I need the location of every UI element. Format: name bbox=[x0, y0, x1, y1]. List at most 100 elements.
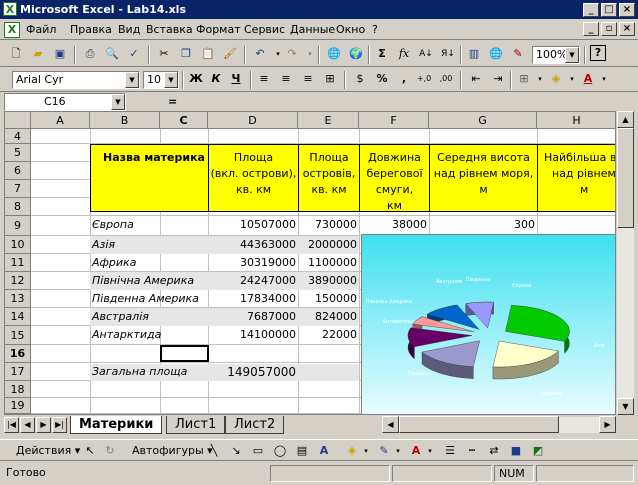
sort-ascending-icon[interactable]: A↓ bbox=[416, 45, 436, 63]
undo-icon[interactable]: ↶ bbox=[250, 45, 270, 63]
formula-input[interactable] bbox=[182, 93, 634, 111]
column-header-h[interactable]: H bbox=[537, 112, 615, 129]
free-rotate-icon[interactable]: ↻ bbox=[100, 442, 120, 460]
row-header[interactable]: 19 bbox=[5, 398, 31, 414]
tab-lyst1[interactable]: Лист1 bbox=[166, 416, 226, 434]
islands-cell[interactable]: 150000 bbox=[298, 290, 359, 308]
continent-name-cell[interactable]: Північна Америка bbox=[92, 272, 208, 290]
draw-fill-dropdown-icon[interactable]: ▾ bbox=[356, 442, 376, 460]
column-header-c[interactable]: C bbox=[160, 112, 208, 129]
column-header-g[interactable]: G bbox=[429, 112, 537, 129]
shadow-icon[interactable]: ■ bbox=[506, 442, 526, 460]
font-dropdown-icon[interactable]: ▼ bbox=[125, 72, 139, 88]
zoom-combo[interactable]: 100% ▼ bbox=[532, 46, 580, 64]
continent-name-cell[interactable]: Австралія bbox=[92, 308, 208, 326]
row-header[interactable]: 16 bbox=[5, 345, 31, 363]
print-icon[interactable]: ⎙ bbox=[80, 45, 100, 63]
zoom-dropdown-icon[interactable]: ▼ bbox=[565, 47, 579, 63]
hyperlink-icon[interactable]: 🌐 bbox=[324, 45, 344, 63]
percent-button[interactable]: % bbox=[372, 70, 392, 88]
menu-insert[interactable]: Вставка bbox=[146, 23, 193, 36]
row-header[interactable]: 15 bbox=[5, 326, 31, 345]
align-right-icon[interactable]: ≡ bbox=[298, 70, 318, 88]
size-dropdown-icon[interactable]: ▼ bbox=[164, 72, 178, 88]
area-cell[interactable]: 44363000 bbox=[208, 236, 298, 254]
first-sheet-icon[interactable]: |◀ bbox=[4, 417, 19, 433]
decrease-decimal-button[interactable]: ,00 bbox=[436, 70, 456, 88]
office-assistant-help-button[interactable]: ? bbox=[590, 45, 606, 61]
continent-name-cell[interactable]: Антарктида bbox=[92, 326, 208, 344]
row-header[interactable]: 9 bbox=[5, 216, 31, 236]
italic-button[interactable]: К bbox=[206, 70, 226, 88]
islands-cell[interactable]: 2000000 bbox=[298, 236, 359, 254]
draw-actions-menu[interactable]: Действия ▾ bbox=[16, 444, 80, 457]
web-toolbar-icon[interactable]: 🌍 bbox=[346, 45, 366, 63]
hscroll-thumb[interactable] bbox=[399, 416, 559, 433]
row-header[interactable]: 11 bbox=[5, 254, 31, 272]
name-box[interactable]: C16 ▼ bbox=[4, 93, 126, 111]
area-cell[interactable]: 7687000 bbox=[208, 308, 298, 326]
scroll-thumb[interactable] bbox=[617, 128, 634, 228]
workbook-icon[interactable]: X bbox=[4, 22, 20, 38]
continent-name-cell[interactable]: Африка bbox=[92, 254, 208, 272]
autoshapes-menu[interactable]: Автофигуры ▾ bbox=[132, 444, 213, 457]
scroll-up-icon[interactable]: ▲ bbox=[617, 111, 634, 128]
area-cell[interactable]: 24247000 bbox=[208, 272, 298, 290]
row-header[interactable]: 4 bbox=[5, 129, 31, 144]
menu-format[interactable]: Формат bbox=[196, 23, 241, 36]
formula-equals[interactable]: = bbox=[168, 95, 177, 108]
cut-icon[interactable]: ✂ bbox=[154, 45, 174, 63]
copy-icon[interactable]: ❐ bbox=[176, 45, 196, 63]
line-color-dropdown-icon[interactable]: ▾ bbox=[388, 442, 408, 460]
rectangle-icon[interactable]: ▭ bbox=[248, 442, 268, 460]
doc-close-button[interactable]: × bbox=[619, 22, 635, 36]
tab-materyky[interactable]: Материки bbox=[70, 416, 163, 434]
menu-data[interactable]: Данные bbox=[290, 23, 335, 36]
font-size-combo[interactable]: 10 ▼ bbox=[143, 71, 179, 89]
drawing-icon[interactable]: ✎ bbox=[508, 45, 528, 63]
wordart-icon[interactable]: A bbox=[314, 442, 334, 460]
print-preview-icon[interactable]: 🔍 bbox=[102, 45, 122, 63]
dash-style-icon[interactable]: ┅ bbox=[462, 442, 482, 460]
align-center-icon[interactable]: ≡ bbox=[276, 70, 296, 88]
total-label[interactable]: Загальна площа bbox=[92, 363, 208, 381]
scroll-down-icon[interactable]: ▼ bbox=[617, 398, 634, 415]
arrow-icon[interactable]: ↘ bbox=[226, 442, 246, 460]
comma-style-button[interactable]: , bbox=[394, 70, 414, 88]
redo-dropdown-icon[interactable]: ▾ bbox=[300, 45, 320, 63]
menu-help[interactable]: ? bbox=[372, 23, 378, 36]
map-icon[interactable]: 🌐 bbox=[486, 45, 506, 63]
select-all-corner[interactable] bbox=[5, 112, 31, 129]
column-header-b[interactable]: B bbox=[90, 112, 160, 129]
islands-cell[interactable]: 22000 bbox=[298, 326, 359, 344]
doc-minimize-button[interactable]: _ bbox=[583, 22, 599, 36]
menu-file[interactable]: Файл bbox=[26, 23, 56, 36]
font-color-dropdown-icon[interactable]: ▾ bbox=[594, 70, 614, 88]
last-sheet-icon[interactable]: ▶| bbox=[52, 417, 67, 433]
arrow-style-icon[interactable]: ⇄ bbox=[484, 442, 504, 460]
tab-lyst2[interactable]: Лист2 bbox=[225, 416, 285, 434]
area-cell[interactable]: 10507000 bbox=[208, 216, 298, 234]
row-header[interactable]: 17 bbox=[5, 363, 31, 381]
spelling-icon[interactable]: ✓ bbox=[124, 45, 144, 63]
row-header[interactable]: 5 bbox=[5, 144, 31, 162]
merge-center-icon[interactable]: ⊞ bbox=[320, 70, 340, 88]
worksheet-grid[interactable]: A B C D E F G H 4 5 6 7 8 9 10 11 12 13 14 15 16 17 18… bbox=[4, 111, 616, 415]
row-header[interactable]: 7 bbox=[5, 180, 31, 198]
row-header[interactable]: 18 bbox=[5, 381, 31, 398]
row-header[interactable]: 14 bbox=[5, 308, 31, 326]
coast-cell[interactable]: 38000 bbox=[359, 216, 429, 234]
horizontal-scrollbar[interactable]: ◀ ▶ bbox=[382, 416, 616, 433]
islands-cell[interactable]: 1100000 bbox=[298, 254, 359, 272]
draw-font-color-dropdown-icon[interactable]: ▾ bbox=[420, 442, 440, 460]
textbox-icon[interactable]: ▤ bbox=[292, 442, 312, 460]
doc-restore-button[interactable]: ▫ bbox=[601, 22, 617, 36]
vertical-scrollbar[interactable]: ▲ ▼ bbox=[617, 111, 634, 415]
menu-window[interactable]: Окно bbox=[336, 23, 365, 36]
line-style-icon[interactable]: ☰ bbox=[440, 442, 460, 460]
increase-indent-icon[interactable]: ⇥ bbox=[488, 70, 508, 88]
sort-descending-icon[interactable]: Я↓ bbox=[438, 45, 458, 63]
align-left-icon[interactable]: ≡ bbox=[254, 70, 274, 88]
minimize-button[interactable]: _ bbox=[583, 3, 599, 17]
underline-button[interactable]: Ч bbox=[226, 70, 246, 88]
